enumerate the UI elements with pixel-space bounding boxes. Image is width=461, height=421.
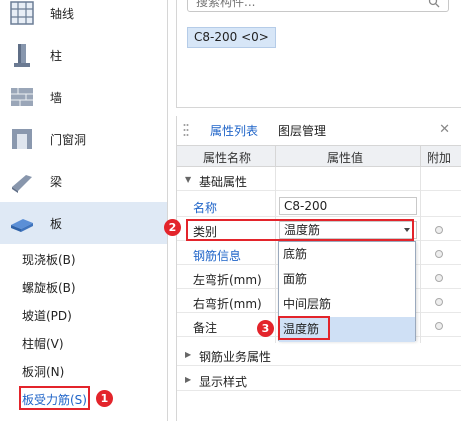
- nav-category-label: 轴线: [50, 6, 75, 21]
- tab-layer-management[interactable]: 图层管理: [278, 122, 326, 139]
- nav-category-column[interactable]: 柱: [0, 34, 167, 76]
- nav-sub-ramp[interactable]: 坡道(PD): [22, 307, 72, 324]
- group-label: 基础属性: [199, 175, 248, 189]
- nav-category-beam[interactable]: 梁: [0, 160, 167, 202]
- nav-sub-column-cap[interactable]: 柱帽(V): [22, 335, 64, 352]
- component-nav: 轴线 柱 墙 门窗洞 梁 板 现浇板(B) 螺旋板(B) 坡道(PD) 柱帽(V…: [0, 0, 168, 421]
- extra-checkbox[interactable]: [435, 226, 443, 234]
- group-label: 显示样式: [199, 375, 248, 389]
- group-display-style[interactable]: ▶ 显示样式: [177, 369, 461, 391]
- property-name: 右弯折(mm): [193, 297, 262, 311]
- dropdown-option-middle-rebar[interactable]: 中间层筋: [279, 292, 415, 317]
- nav-category-label: 梁: [50, 174, 63, 189]
- dropdown-option-top-rebar[interactable]: 面筋: [279, 267, 415, 292]
- extra-checkbox[interactable]: [435, 298, 443, 306]
- property-table-header: 属性名称 属性值 附加: [177, 146, 461, 167]
- annotation-badge-3: 3: [257, 320, 274, 337]
- property-row-name: 名称 C8-200: [177, 195, 461, 217]
- nav-sub-slab-hole[interactable]: 板洞(N): [22, 363, 64, 380]
- dropdown-option-bottom-rebar[interactable]: 底筋: [279, 242, 415, 267]
- nav-category-label: 柱: [50, 48, 63, 63]
- grid-icon: [10, 1, 34, 25]
- nav-category-slab[interactable]: 板: [0, 202, 167, 244]
- annotation-badge-1: 1: [96, 390, 113, 407]
- search-box: [187, 0, 449, 12]
- property-name: 左弯折(mm): [193, 273, 262, 287]
- nav-sub-spiral-slab[interactable]: 螺旋板(B): [22, 279, 76, 296]
- extra-checkbox[interactable]: [435, 274, 443, 282]
- group-basic-properties[interactable]: ▼ 基础属性: [177, 169, 461, 191]
- nav-category-label: 板: [50, 216, 63, 231]
- group-rebar-business[interactable]: ▶ 钢筋业务属性: [177, 344, 461, 366]
- annotation-box-3: [278, 316, 330, 340]
- annotation-box-1: [19, 386, 90, 410]
- property-name: 备注: [193, 321, 218, 335]
- component-item[interactable]: C8-200 <0>: [187, 27, 276, 48]
- nav-sub-cast-slab[interactable]: 现浇板(B): [22, 251, 76, 268]
- nav-category-label: 墙: [50, 90, 63, 105]
- search-icon[interactable]: [428, 0, 440, 8]
- door-window-icon: [12, 129, 32, 149]
- header-value: 属性值: [327, 151, 364, 165]
- annotation-box-2: [186, 219, 414, 241]
- column-divider: [275, 167, 276, 343]
- expand-icon: ▶: [185, 350, 192, 359]
- extra-checkbox[interactable]: [435, 322, 443, 330]
- header-divider: [275, 146, 276, 167]
- group-label: 钢筋业务属性: [199, 350, 272, 364]
- tab-property-list[interactable]: 属性列表: [210, 122, 258, 139]
- component-list-area: C8-200 <0>: [176, 0, 461, 108]
- header-divider: [420, 146, 421, 167]
- column-divider: [420, 167, 421, 343]
- property-name: 钢筋信息: [193, 249, 242, 263]
- beam-icon: [12, 175, 32, 193]
- nav-category-label: 门窗洞: [50, 132, 87, 147]
- expand-icon: ▶: [185, 375, 192, 384]
- close-icon[interactable]: ✕: [439, 122, 450, 137]
- panel-tabs: 属性列表 图层管理 ✕: [177, 116, 461, 146]
- extra-checkbox[interactable]: [435, 250, 443, 258]
- collapse-icon: ▼: [185, 175, 192, 184]
- search-input[interactable]: [188, 0, 408, 11]
- nav-category-axis[interactable]: 轴线: [0, 0, 167, 34]
- nav-category-door-window[interactable]: 门窗洞: [0, 118, 167, 160]
- drag-handle-icon[interactable]: [183, 123, 189, 137]
- nav-category-wall[interactable]: 墙: [0, 76, 167, 118]
- slab-icon: [11, 219, 33, 232]
- header-extra: 附加: [427, 151, 452, 165]
- property-name: 名称: [193, 201, 218, 215]
- property-value-input[interactable]: C8-200: [279, 197, 417, 215]
- wall-icon: [11, 88, 33, 106]
- header-name: 属性名称: [203, 151, 252, 165]
- annotation-badge-2: 2: [164, 219, 181, 236]
- column-icon: [14, 44, 30, 67]
